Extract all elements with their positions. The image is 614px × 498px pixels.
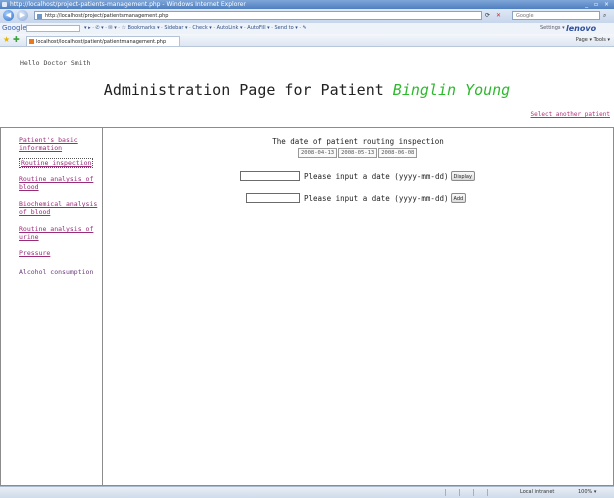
refresh-icon[interactable]: ⟳ <box>485 11 490 20</box>
sidebar-item-alcohol[interactable]: Alcohol consumption <box>19 268 99 276</box>
page-title: Administration Page for Patient Binglin … <box>0 81 614 99</box>
search-icon[interactable]: ⌕ <box>603 11 606 20</box>
page-icon <box>37 14 42 19</box>
display-date-label: Please input a date (yyyy-mm-dd) <box>304 171 449 181</box>
status-bar: Local intranet 100% ▾ <box>0 486 614 498</box>
page-tools-menu[interactable]: Page ▾ Tools ▾ <box>576 35 610 45</box>
window-controls[interactable]: _ ▫ × <box>585 0 611 9</box>
tab-bar: ★ ✚ localhost/localhost/patient/patientm… <box>0 34 614 47</box>
sidebar-item-routine-urine[interactable]: Routine analysis of urine <box>19 225 99 241</box>
sidebar-item-routine-blood[interactable]: Routine analysis of blood <box>19 175 99 191</box>
favorites-star-icon[interactable]: ★ <box>3 35 10 44</box>
patient-name: Binglin Young <box>392 81 511 99</box>
inspection-dates-heading: The date of patient routing inspection <box>272 137 444 146</box>
browser-tab[interactable]: localhost/localhost/patient/patientmanag… <box>26 36 180 46</box>
sidebar-item-biochemical-blood[interactable]: Biochemical analysis of blood <box>19 200 99 216</box>
display-button[interactable]: Display <box>450 171 475 181</box>
status-segment <box>445 489 458 496</box>
security-zone: Local intranet <box>520 489 555 495</box>
sidebar-item-basic-information[interactable]: Patient's basic information <box>19 136 99 152</box>
greeting: Hello Doctor Smith <box>20 59 91 67</box>
display-date-input[interactable] <box>240 171 300 181</box>
url-text: http://localhost/project/patientsmanagem… <box>45 13 169 19</box>
select-another-patient-link[interactable]: Select another patient <box>531 111 610 118</box>
add-favorite-icon[interactable]: ✚ <box>13 35 20 44</box>
content-frame: The date of patient routing inspection 2… <box>103 128 613 485</box>
stop-icon[interactable]: ✕ <box>496 11 501 20</box>
status-segment <box>459 489 472 496</box>
lenovo-logo: lenovo <box>566 24 597 33</box>
ie-icon <box>2 2 7 7</box>
page-title-text: Administration Page for Patient <box>103 81 384 99</box>
display-date-form: Please input a date (yyyy-mm-dd) Display <box>240 171 475 181</box>
inspection-date-link[interactable]: 2008-06-08 <box>378 148 418 158</box>
google-logo: Google <box>2 24 27 32</box>
status-segment <box>473 489 486 496</box>
add-date-label: Please input a date (yyyy-mm-dd) <box>304 193 449 203</box>
sidebar-item-pressure[interactable]: Pressure <box>19 249 99 257</box>
inspection-date-link[interactable]: 2008-05-13 <box>338 148 378 158</box>
search-input[interactable]: Google <box>512 11 600 20</box>
search-placeholder: Google <box>516 13 534 19</box>
address-bar: ◀ ▶ http://localhost/project/patientsman… <box>0 9 614 23</box>
forward-arrow-icon[interactable]: ▶ <box>17 10 28 21</box>
add-button[interactable]: Add <box>450 193 467 203</box>
tab-title: localhost/localhost/patient/patientmanag… <box>36 39 167 45</box>
sidebar: Patient's basic information Routine insp… <box>1 128 103 485</box>
url-field[interactable]: http://localhost/project/patientsmanagem… <box>34 11 482 20</box>
google-toolbar-items[interactable]: ▾ ▸ · ✆ ▾ · ✉ ▾ · ☆ Bookmarks ▾ · Sideba… <box>84 23 307 34</box>
sidebar-item-routine-inspection[interactable]: Routine inspection <box>19 158 94 168</box>
toolbar-settings[interactable]: Settings ▾ <box>540 23 565 34</box>
zoom-level[interactable]: 100% ▾ <box>578 487 596 498</box>
window-title-bar: http://localhost/project-patients-manage… <box>0 0 614 9</box>
google-search-input[interactable] <box>26 25 80 32</box>
add-date-form: Please input a date (yyyy-mm-dd) Add <box>246 193 467 203</box>
back-arrow-icon[interactable]: ◀ <box>3 10 14 21</box>
window-title: http://localhost/project-patients-manage… <box>10 1 246 8</box>
page-viewport: Hello Doctor Smith Administration Page f… <box>0 47 614 486</box>
inspection-date-link[interactable]: 2008-04-13 <box>298 148 338 158</box>
status-segment <box>487 489 500 496</box>
tab-favicon <box>29 39 34 44</box>
main-frameset: Patient's basic information Routine insp… <box>0 127 614 486</box>
add-date-input[interactable] <box>246 193 300 203</box>
inspection-date-list: 2008-04-13 2008-05-13 2008-06-08 <box>298 148 418 158</box>
